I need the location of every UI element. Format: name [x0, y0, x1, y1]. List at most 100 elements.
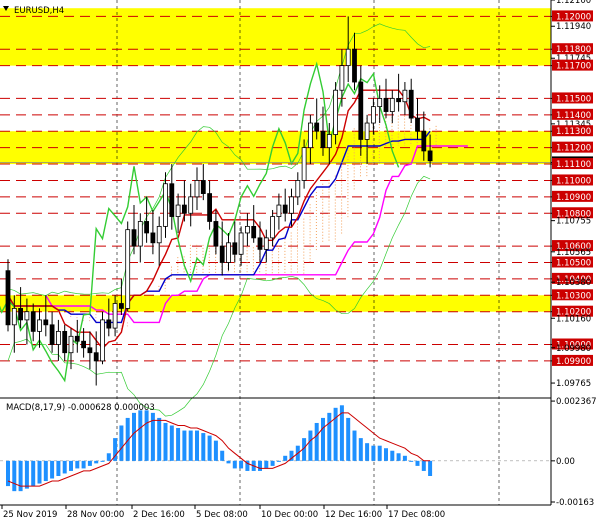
macd-bar: [87, 460, 92, 466]
macd-bar: [69, 460, 73, 471]
macd-bar: [56, 460, 61, 476]
macd-bar: [37, 460, 42, 484]
macd-bar: [308, 430, 313, 461]
candle-body: [377, 98, 383, 108]
macd-axis-label: 0.002367: [556, 397, 597, 407]
candle-body: [301, 147, 307, 181]
candle-body: [370, 106, 376, 124]
price-label: 1.11700: [556, 62, 591, 72]
price-label: 1.11100: [556, 160, 591, 170]
candle-body: [150, 232, 156, 244]
macd-title: MACD(8,17,9) -0.000628 0.000003: [6, 403, 155, 413]
price-axis[interactable]: 1.121001.120001.119401.118001.117451.117…: [550, 0, 597, 508]
candle-body: [415, 117, 420, 132]
candle-body: [383, 98, 389, 112]
macd-bar: [220, 450, 225, 461]
price-label: 1.10500: [556, 258, 591, 268]
candle-body: [112, 303, 118, 329]
macd-bar: [213, 440, 218, 461]
time-label: 12 Dec 16:00: [325, 510, 382, 520]
price-label: 1.09765: [556, 379, 591, 389]
macd-panel[interactable]: MACD(8,17,9) -0.000628 0.000003: [0, 403, 551, 492]
mt4-chart-window[interactable]: EURUSD,H4 MACD(8,17,9) -0.000628 0.00000…: [0, 0, 597, 524]
candle-body: [238, 232, 244, 255]
macd-bar: [207, 435, 212, 461]
macd-bar: [258, 460, 262, 471]
macd-axis-labels: 0.002367 0.00 -0.00163: [551, 397, 597, 508]
macd-bar: [169, 425, 174, 461]
time-axis-labels: 25 Nov 2019 28 Nov 00:00 2 Dec 16:00 5 Dec …: [1, 505, 445, 520]
candle-body: [125, 229, 131, 309]
price-label: 1.11000: [556, 176, 591, 186]
macd-bar: [138, 410, 143, 461]
candle-body: [276, 204, 282, 217]
candle-body: [333, 89, 339, 135]
macd-axis-label: 0.00: [556, 457, 575, 467]
candle-body: [352, 48, 357, 83]
candle-body: [364, 122, 370, 140]
candle-body: [169, 183, 175, 217]
price-label: 1.12100: [556, 0, 591, 6]
candle-body: [314, 122, 320, 132]
macd-bar: [415, 460, 420, 466]
price-label: 1.09980: [556, 344, 591, 354]
candle-body: [427, 150, 433, 162]
candle-body: [131, 229, 137, 247]
macd-bar: [163, 422, 168, 461]
macd-bar: [327, 412, 332, 461]
macd-bar: [365, 443, 370, 461]
macd-bar: [81, 460, 86, 469]
candle-body: [49, 324, 55, 345]
macd-bar: [50, 460, 55, 479]
candle-body: [181, 204, 187, 214]
yellow-band: [0, 295, 551, 312]
macd-bar: [188, 430, 193, 461]
candle-body: [188, 196, 194, 214]
macd-bar: [421, 460, 426, 471]
candle-body: [93, 352, 99, 362]
candle-body: [408, 89, 414, 119]
macd-bar: [157, 417, 162, 461]
candle-body: [163, 183, 168, 227]
candle-body: [37, 319, 42, 332]
macd-bar: [321, 417, 325, 461]
price-label: 1.10755: [556, 217, 591, 227]
time-label: 17 Dec 08:00: [388, 510, 445, 520]
macd-bar: [264, 460, 269, 469]
candle-body: [421, 130, 427, 152]
price-panel[interactable]: EURUSD,H4: [0, 0, 551, 505]
macd-bar: [232, 460, 237, 469]
candle-body: [56, 330, 61, 345]
candle-body: [24, 311, 30, 321]
macd-bar: [195, 430, 199, 461]
candle-body: [175, 204, 181, 217]
macd-bar: [100, 460, 105, 462]
macd-bar: [182, 430, 187, 461]
macd-bar: [43, 460, 48, 482]
candle-body: [402, 89, 408, 103]
candle-body: [200, 180, 206, 194]
macd-bar: [384, 448, 388, 461]
candle-body: [144, 221, 150, 234]
chart-title: EURUSD,H4: [14, 6, 64, 16]
macd-bar: [396, 453, 401, 461]
price-label: 1.10380: [556, 278, 591, 288]
time-axis[interactable]: 25 Nov 2019 28 Nov 00:00 2 Dec 16:00 5 Dec …: [0, 504, 551, 520]
candle-body: [81, 340, 86, 349]
candle-body: [307, 122, 313, 149]
candle-body: [244, 225, 250, 234]
candle-body: [156, 225, 162, 244]
price-label: 1.11940: [556, 22, 591, 32]
price-label: 1.09900: [556, 357, 591, 367]
price-label: 1.11300: [556, 127, 591, 137]
candle-body: [270, 216, 276, 239]
candle-body: [207, 193, 213, 222]
price-label: 1.10160: [556, 314, 591, 324]
candle-body: [339, 65, 345, 91]
price-label: 1.12000: [556, 12, 591, 22]
macd-bar: [176, 428, 181, 461]
candle-body: [226, 242, 231, 263]
macd-bar: [276, 460, 281, 462]
candle-body: [213, 221, 219, 247]
candle-body: [5, 270, 11, 326]
